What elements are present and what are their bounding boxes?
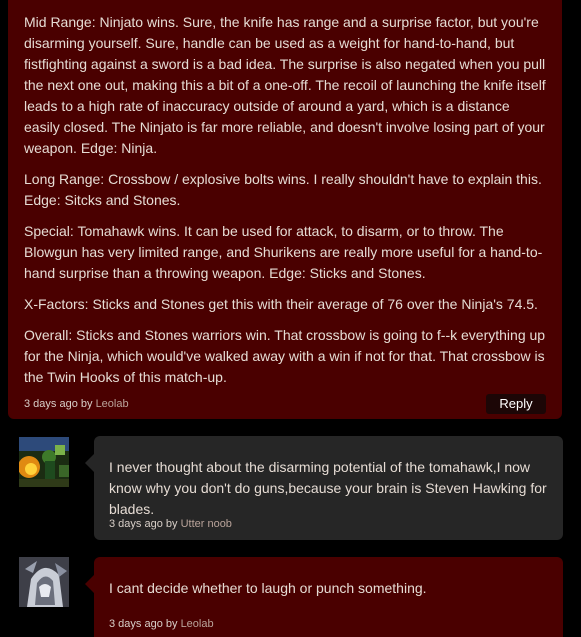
comment-paragraph-mid-range: Mid Range: Ninjato wins. Sure, the knife… — [24, 14, 546, 156]
reply-author-link[interactable]: Utter noob — [181, 518, 232, 530]
avatar-hooded-figure-icon — [19, 557, 69, 607]
reply-meta: 3 days ago by Utter noob — [109, 514, 232, 535]
avatar-leolab[interactable] — [19, 557, 69, 607]
avatar-warrior-fire-icon — [19, 437, 69, 487]
comments-page: Mid Range: Ninjato wins. Sure, the knife… — [0, 0, 581, 637]
reply-text: I never thought about the disarming pote… — [109, 459, 547, 517]
comment-author-link[interactable]: Leolab — [96, 398, 129, 410]
reply-meta: 3 days ago by Leolab — [109, 614, 214, 635]
comment-paragraph-x-factors: X-Factors: Sticks and Stones get this wi… — [24, 296, 538, 312]
comment-timestamp: 3 days ago by — [24, 398, 93, 410]
comment-leolab-main: Mid Range: Ninjato wins. Sure, the knife… — [8, 0, 562, 419]
reply-comment-leolab: I cant decide whether to laugh or punch … — [85, 557, 563, 637]
avatar-utter-noob[interactable] — [19, 437, 69, 487]
reply-comment-utter-noob: I never thought about the disarming pote… — [85, 436, 563, 540]
reply-timestamp: 3 days ago by — [109, 618, 178, 630]
reply-text: I cant decide whether to laugh or punch … — [109, 580, 427, 596]
reply-author-link[interactable]: Leolab — [181, 618, 214, 630]
bubble-tail — [85, 454, 94, 472]
reply-button[interactable]: Reply — [486, 394, 546, 414]
bubble-tail — [85, 575, 94, 593]
comment-paragraph-overall: Overall: Sticks and Stones warriors win.… — [24, 327, 546, 385]
comment-paragraph-special: Special: Tomahawk wins. It can be used f… — [24, 223, 543, 281]
reply-timestamp: 3 days ago by — [109, 518, 178, 530]
comment-paragraph-long-range: Long Range: Crossbow / explosive bolts w… — [24, 171, 542, 208]
comment-meta: 3 days ago by Leolab — [24, 394, 129, 415]
